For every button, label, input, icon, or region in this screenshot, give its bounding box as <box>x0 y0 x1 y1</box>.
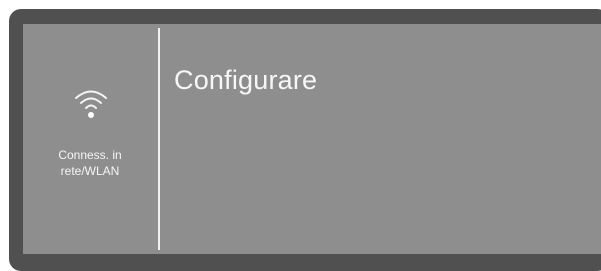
display-screen: Conness. in rete/WLAN Configurare <box>23 24 601 254</box>
network-wlan-label: Conness. in rete/WLAN <box>58 148 122 178</box>
wifi-icon <box>75 90 107 118</box>
network-wlan-option[interactable]: Conness. in rete/WLAN <box>23 24 157 254</box>
panel-divider <box>158 28 160 250</box>
page-title: Configurare <box>174 65 318 95</box>
